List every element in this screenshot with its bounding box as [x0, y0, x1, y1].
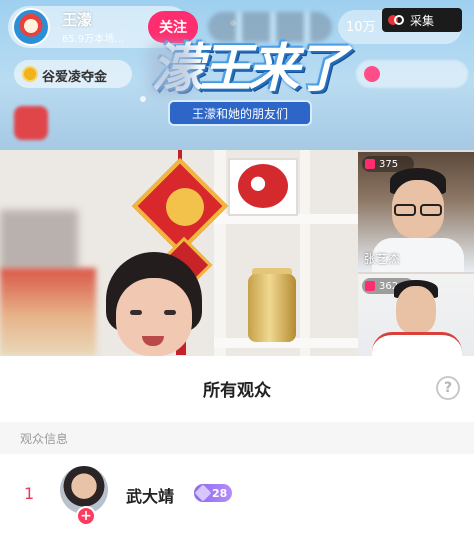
host-eye [164, 310, 176, 315]
blurred-prop [0, 210, 78, 270]
anchor-fans: 65.9万本场... [62, 34, 124, 45]
fu-ornament [166, 188, 204, 226]
live-video[interactable]: 375 张艺杰 362 王濛 65.9万本场... 关注 10万 采集 谷爱凌夺… [0, 0, 474, 356]
show-subtitle: 王濛和她的朋友们 [168, 100, 312, 126]
question-icon[interactable]: ? [436, 376, 460, 400]
rank-number: 1 [24, 484, 35, 503]
cohost-tile[interactable]: 375 张艺杰 [358, 152, 474, 272]
anchor-name: 王濛 [62, 11, 93, 29]
title-blur-patch [148, 44, 194, 96]
task-label: 谷爱凌夺金 [42, 70, 108, 85]
level-number: 28 [212, 486, 228, 500]
cohost-shirt [372, 332, 462, 356]
add-icon[interactable]: + [76, 506, 96, 526]
coin-icon [22, 66, 38, 82]
collect-button[interactable]: 采集 [382, 8, 462, 32]
viewer-count: 10万 [346, 20, 376, 35]
glasses [394, 204, 416, 216]
cohost-face [396, 286, 436, 334]
heat-icon [365, 159, 375, 169]
level-badge: 28 [194, 484, 232, 502]
shelf-post [214, 150, 226, 356]
section-label: 观众信息 [20, 432, 69, 446]
paper-cut-tiger [238, 164, 288, 208]
gift-thumbnail[interactable] [14, 106, 48, 140]
cohost-name: 张艺杰 [364, 252, 401, 266]
section-header [0, 422, 474, 454]
snowflake [140, 96, 146, 102]
shelf-post [300, 150, 310, 356]
anchor-avatar[interactable] [12, 8, 50, 46]
user-name: 武大靖 [126, 487, 175, 506]
glasses [420, 204, 442, 216]
host-eye [130, 310, 142, 315]
collect-label: 采集 [410, 13, 435, 28]
cohost-tile[interactable]: 362 [358, 274, 474, 356]
golden-jar [248, 274, 296, 342]
gem-icon [194, 484, 212, 502]
activity-icon [364, 66, 380, 82]
panel-title: 所有观众 [203, 381, 271, 401]
collect-icon [388, 13, 406, 27]
heat-icon [365, 281, 375, 291]
blurred-prop [0, 268, 96, 356]
cohost-count: 375 [379, 158, 399, 170]
